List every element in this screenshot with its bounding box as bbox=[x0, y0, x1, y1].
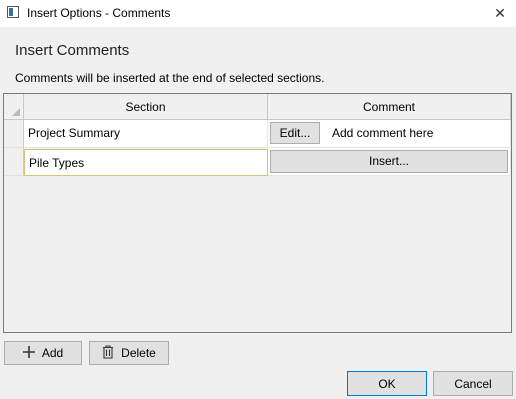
insert-comment-button[interactable]: Insert... bbox=[270, 150, 508, 173]
delete-button[interactable]: Delete bbox=[89, 341, 169, 365]
app-icon bbox=[7, 6, 19, 18]
column-header-section[interactable]: Section bbox=[24, 94, 268, 120]
dialog-description: Comments will be inserted at the end of … bbox=[15, 71, 325, 85]
row-header[interactable] bbox=[4, 148, 24, 176]
plus-icon bbox=[22, 345, 35, 361]
dialog-heading: Insert Comments bbox=[15, 42, 130, 59]
trash-icon bbox=[102, 344, 114, 362]
comment-cell: Insert... bbox=[268, 148, 511, 176]
comment-text[interactable]: Add comment here bbox=[332, 120, 433, 147]
cancel-button[interactable]: Cancel bbox=[433, 371, 513, 396]
edit-comment-button[interactable]: Edit... bbox=[270, 122, 320, 144]
column-header-comment[interactable]: Comment bbox=[268, 94, 511, 120]
comments-grid: Section Comment Project Summary Edit... … bbox=[3, 93, 512, 333]
section-cell[interactable]: Project Summary bbox=[24, 120, 268, 148]
close-icon: ✕ bbox=[494, 5, 506, 21]
window-title: Insert Options - Comments bbox=[27, 6, 171, 20]
add-button[interactable]: Add bbox=[4, 341, 82, 365]
add-button-label: Add bbox=[41, 346, 64, 360]
delete-button-label: Delete bbox=[121, 346, 156, 360]
row-header[interactable] bbox=[4, 120, 24, 148]
grid-select-all-corner[interactable] bbox=[4, 94, 24, 120]
section-cell-selected[interactable]: Pile Types bbox=[24, 149, 268, 176]
close-button[interactable]: ✕ bbox=[484, 0, 516, 27]
ok-button[interactable]: OK bbox=[347, 371, 427, 396]
title-bar: Insert Options - Comments ✕ bbox=[0, 0, 516, 27]
comment-cell: Edit... Add comment here bbox=[268, 120, 511, 148]
